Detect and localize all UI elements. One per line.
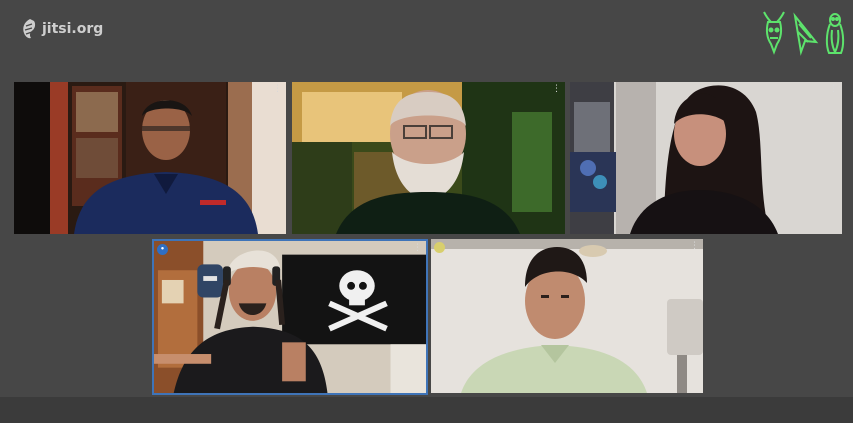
jitsi-logo-text: jitsi.org	[42, 21, 104, 37]
video-feed-3	[570, 82, 842, 234]
participant-menu-button[interactable]: ⋮	[829, 85, 838, 94]
participant-tile-4[interactable]: • ⋮	[152, 239, 428, 395]
video-feed-2	[292, 82, 565, 234]
participant-tile-3[interactable]: ⋮	[570, 82, 842, 234]
dominant-speaker-indicator: •	[157, 244, 168, 255]
participant-menu-button[interactable]: ⋮	[690, 242, 699, 251]
gnu-head-icon	[763, 11, 785, 55]
participant-tile-5[interactable]: ⋮	[431, 239, 703, 393]
video-feed-4	[154, 241, 426, 393]
status-indicator	[434, 242, 445, 253]
cursor-arrow-icon	[793, 12, 819, 56]
participant-menu-button[interactable]: ⋮	[413, 244, 422, 253]
participant-menu-button[interactable]: ⋮	[552, 85, 561, 94]
penguin-icon	[825, 13, 845, 55]
video-feed-1	[14, 82, 286, 234]
participant-menu-button[interactable]: ⋮	[273, 85, 282, 94]
jitsi-logo[interactable]: jitsi.org	[20, 18, 103, 40]
bottom-bar	[0, 397, 853, 423]
participant-tile-2[interactable]: ⋮	[292, 82, 565, 234]
brand-watermark	[761, 8, 847, 58]
video-feed-5	[431, 239, 703, 393]
participant-tile-1[interactable]: ⋮	[14, 82, 286, 234]
jitsi-logo-icon	[23, 19, 36, 39]
